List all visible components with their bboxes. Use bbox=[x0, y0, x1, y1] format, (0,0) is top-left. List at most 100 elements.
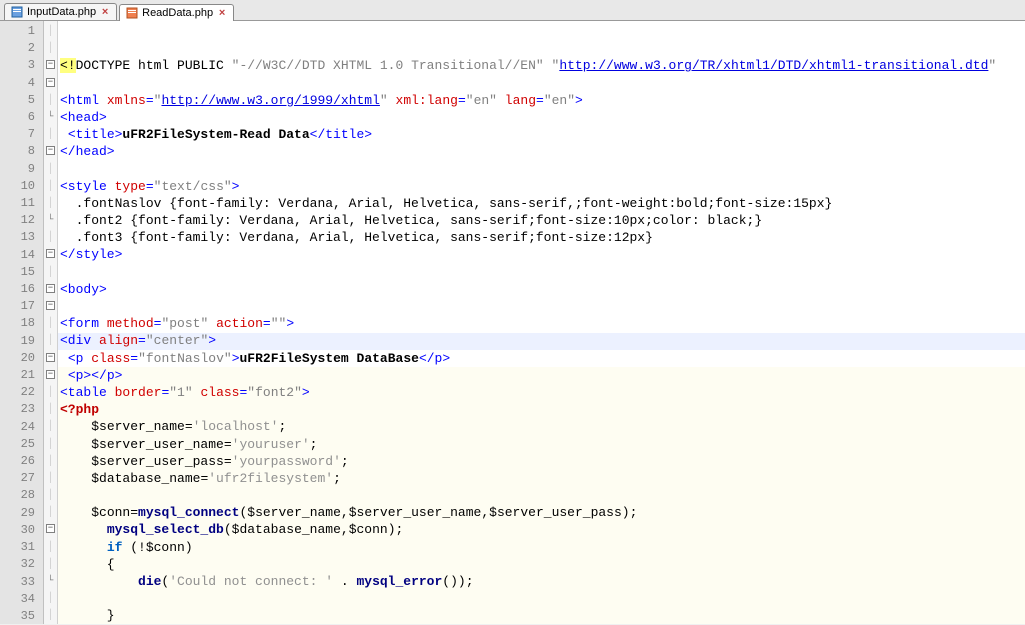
file-icon bbox=[11, 6, 23, 18]
tab-label: ReadData.php bbox=[142, 7, 213, 19]
code-line[interactable]: <table border="1" class="font2"> bbox=[60, 384, 1025, 401]
file-icon bbox=[126, 7, 138, 19]
code-area[interactable]: <!DOCTYPE html PUBLIC "-//W3C//DTD XHTML… bbox=[58, 21, 1025, 624]
line-number: 22 bbox=[0, 384, 35, 401]
code-line[interactable]: if (!$conn) bbox=[60, 539, 1025, 556]
tab-bar: InputData.php × ReadData.php × bbox=[0, 0, 1025, 21]
fold-line-icon: │ bbox=[47, 181, 53, 192]
code-line[interactable]: <!DOCTYPE html PUBLIC "-//W3C//DTD XHTML… bbox=[60, 57, 1025, 74]
fold-line-icon: │ bbox=[47, 267, 53, 278]
line-number: 25 bbox=[0, 436, 35, 453]
line-number: 15 bbox=[0, 264, 35, 281]
code-line[interactable] bbox=[60, 75, 1025, 92]
code-line[interactable] bbox=[60, 298, 1025, 315]
fold-toggle-icon[interactable]: − bbox=[46, 146, 55, 155]
code-line[interactable]: <style type="text/css"> bbox=[60, 178, 1025, 195]
code-line[interactable]: } bbox=[60, 607, 1025, 624]
line-number: 33 bbox=[0, 574, 35, 591]
fold-line-icon: │ bbox=[47, 456, 53, 467]
fold-end-icon: └ bbox=[47, 215, 53, 226]
fold-line-icon: │ bbox=[47, 232, 53, 243]
code-line[interactable]: <body> bbox=[60, 281, 1025, 298]
line-number: 13 bbox=[0, 229, 35, 246]
tab-inputdata[interactable]: InputData.php × bbox=[4, 3, 117, 20]
line-number-gutter: 1234567891011121314151617181920212223242… bbox=[0, 21, 44, 624]
fold-line-icon: │ bbox=[47, 335, 53, 346]
line-number: 31 bbox=[0, 539, 35, 556]
fold-line-icon: │ bbox=[47, 387, 53, 398]
line-number: 16 bbox=[0, 281, 35, 298]
fold-line-icon: │ bbox=[47, 559, 53, 570]
code-line[interactable] bbox=[60, 590, 1025, 607]
code-line[interactable]: { bbox=[60, 556, 1025, 573]
fold-line-icon: │ bbox=[47, 43, 53, 54]
fold-line-icon: │ bbox=[47, 473, 53, 484]
fold-toggle-icon[interactable]: − bbox=[46, 524, 55, 533]
fold-toggle-icon[interactable]: − bbox=[46, 60, 55, 69]
fold-line-icon: │ bbox=[47, 610, 53, 621]
code-line[interactable]: <?php bbox=[60, 401, 1025, 418]
code-line[interactable]: <form method="post" action=""> bbox=[60, 315, 1025, 332]
code-line[interactable] bbox=[60, 161, 1025, 178]
fold-toggle-icon[interactable]: − bbox=[46, 353, 55, 362]
code-line[interactable] bbox=[60, 487, 1025, 504]
fold-line-icon: │ bbox=[47, 439, 53, 450]
fold-toggle-icon[interactable]: − bbox=[46, 284, 55, 293]
code-line[interactable]: $server_user_name='youruser'; bbox=[60, 436, 1025, 453]
code-line[interactable]: $database_name='ufr2filesystem'; bbox=[60, 470, 1025, 487]
tab-readdata[interactable]: ReadData.php × bbox=[119, 4, 234, 21]
code-line[interactable]: .fontNaslov {font-family: Verdana, Arial… bbox=[60, 195, 1025, 212]
code-line[interactable]: $server_user_pass='yourpassword'; bbox=[60, 453, 1025, 470]
line-number: 9 bbox=[0, 161, 35, 178]
line-number: 19 bbox=[0, 333, 35, 350]
fold-line-icon: │ bbox=[47, 404, 53, 415]
code-line[interactable]: .font2 {font-family: Verdana, Arial, Hel… bbox=[60, 212, 1025, 229]
fold-line-icon: │ bbox=[47, 318, 53, 329]
line-number: 10 bbox=[0, 178, 35, 195]
fold-toggle-icon[interactable]: − bbox=[46, 370, 55, 379]
code-line[interactable]: <p class="fontNaslov">uFR2FileSystem Dat… bbox=[60, 350, 1025, 367]
line-number: 28 bbox=[0, 487, 35, 504]
close-icon[interactable]: × bbox=[217, 8, 227, 18]
line-number: 14 bbox=[0, 247, 35, 264]
line-number: 5 bbox=[0, 92, 35, 109]
fold-line-icon: │ bbox=[47, 198, 53, 209]
fold-end-icon: └ bbox=[47, 576, 53, 587]
code-line[interactable]: <div align="center"> bbox=[60, 332, 1025, 349]
fold-end-icon: └ bbox=[47, 112, 53, 123]
close-icon[interactable]: × bbox=[100, 7, 110, 17]
code-line[interactable]: <p></p> bbox=[60, 367, 1025, 384]
fold-toggle-icon[interactable]: − bbox=[46, 78, 55, 87]
code-line[interactable] bbox=[60, 264, 1025, 281]
fold-line-icon: │ bbox=[47, 129, 53, 140]
line-number: 3 bbox=[0, 57, 35, 74]
line-number: 35 bbox=[0, 608, 35, 625]
fold-line-icon: │ bbox=[47, 26, 53, 37]
line-number: 4 bbox=[0, 75, 35, 92]
line-number: 1 bbox=[0, 23, 35, 40]
code-line[interactable]: <html xmlns="http://www.w3.org/1999/xhtm… bbox=[60, 92, 1025, 109]
code-line[interactable]: mysql_select_db($database_name,$conn); bbox=[60, 521, 1025, 538]
fold-line-icon: │ bbox=[47, 542, 53, 553]
fold-line-icon: │ bbox=[47, 593, 53, 604]
line-number: 12 bbox=[0, 212, 35, 229]
code-line[interactable]: die('Could not connect: ' . mysql_error(… bbox=[60, 573, 1025, 590]
fold-gutter: ││−−│└│−│││└│−│−−││−−││││││││−││└││ bbox=[44, 21, 58, 624]
code-line[interactable]: <title>uFR2FileSystem-Read Data</title> bbox=[60, 126, 1025, 143]
code-line[interactable]: </style> bbox=[60, 246, 1025, 263]
line-number: 32 bbox=[0, 556, 35, 573]
code-line[interactable]: $conn=mysql_connect($server_name,$server… bbox=[60, 504, 1025, 521]
code-line[interactable]: .font3 {font-family: Verdana, Arial, Hel… bbox=[60, 229, 1025, 246]
tab-label: InputData.php bbox=[27, 6, 96, 18]
line-number: 18 bbox=[0, 315, 35, 332]
fold-toggle-icon[interactable]: − bbox=[46, 249, 55, 258]
fold-toggle-icon[interactable]: − bbox=[46, 301, 55, 310]
line-number: 24 bbox=[0, 419, 35, 436]
code-line[interactable]: </head> bbox=[60, 143, 1025, 160]
code-line[interactable]: $server_name='localhost'; bbox=[60, 418, 1025, 435]
line-number: 2 bbox=[0, 40, 35, 57]
fold-line-icon: │ bbox=[47, 507, 53, 518]
code-line[interactable]: <head> bbox=[60, 109, 1025, 126]
line-number: 11 bbox=[0, 195, 35, 212]
line-number: 23 bbox=[0, 401, 35, 418]
